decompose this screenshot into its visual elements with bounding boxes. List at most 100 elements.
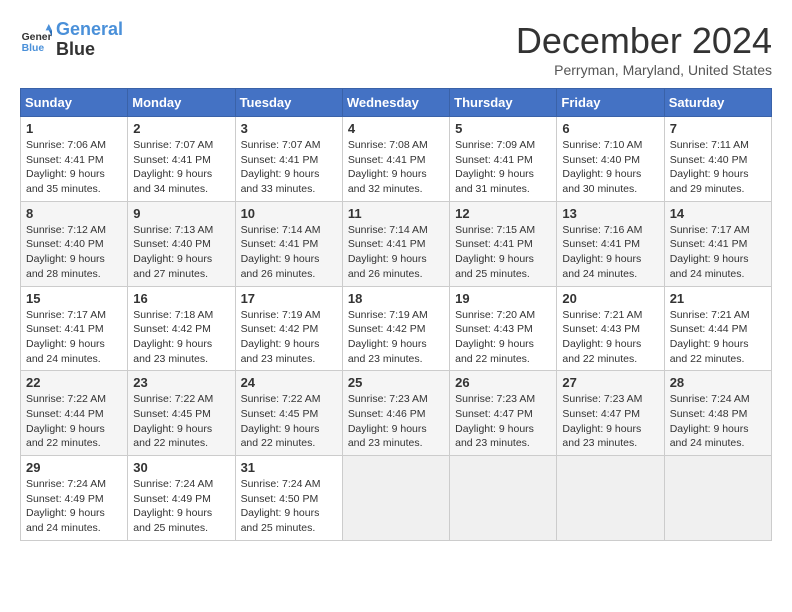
- day-info: Sunrise: 7:14 AM Sunset: 4:41 PM Dayligh…: [348, 223, 444, 282]
- table-row: 26 Sunrise: 7:23 AM Sunset: 4:47 PM Dayl…: [450, 371, 557, 456]
- table-row: 7 Sunrise: 7:11 AM Sunset: 4:40 PM Dayli…: [664, 117, 771, 202]
- table-row: 18 Sunrise: 7:19 AM Sunset: 4:42 PM Dayl…: [342, 286, 449, 371]
- table-row: [342, 456, 449, 541]
- day-info: Sunrise: 7:23 AM Sunset: 4:47 PM Dayligh…: [562, 392, 658, 451]
- logo-text: GeneralBlue: [56, 20, 123, 60]
- day-number: 25: [348, 375, 444, 390]
- calendar-table: Sunday Monday Tuesday Wednesday Thursday…: [20, 88, 772, 541]
- day-info: Sunrise: 7:09 AM Sunset: 4:41 PM Dayligh…: [455, 138, 551, 197]
- day-info: Sunrise: 7:16 AM Sunset: 4:41 PM Dayligh…: [562, 223, 658, 282]
- table-row: 17 Sunrise: 7:19 AM Sunset: 4:42 PM Dayl…: [235, 286, 342, 371]
- day-number: 16: [133, 291, 229, 306]
- day-number: 29: [26, 460, 122, 475]
- day-info: Sunrise: 7:21 AM Sunset: 4:43 PM Dayligh…: [562, 308, 658, 367]
- table-row: 12 Sunrise: 7:15 AM Sunset: 4:41 PM Dayl…: [450, 201, 557, 286]
- day-number: 3: [241, 121, 337, 136]
- day-info: Sunrise: 7:17 AM Sunset: 4:41 PM Dayligh…: [26, 308, 122, 367]
- calendar-week: 8 Sunrise: 7:12 AM Sunset: 4:40 PM Dayli…: [21, 201, 772, 286]
- table-row: 16 Sunrise: 7:18 AM Sunset: 4:42 PM Dayl…: [128, 286, 235, 371]
- day-number: 21: [670, 291, 766, 306]
- header-row: Sunday Monday Tuesday Wednesday Thursday…: [21, 89, 772, 117]
- day-number: 1: [26, 121, 122, 136]
- day-info: Sunrise: 7:24 AM Sunset: 4:49 PM Dayligh…: [26, 477, 122, 536]
- table-row: 9 Sunrise: 7:13 AM Sunset: 4:40 PM Dayli…: [128, 201, 235, 286]
- table-row: 2 Sunrise: 7:07 AM Sunset: 4:41 PM Dayli…: [128, 117, 235, 202]
- day-number: 2: [133, 121, 229, 136]
- day-info: Sunrise: 7:22 AM Sunset: 4:45 PM Dayligh…: [241, 392, 337, 451]
- table-row: 27 Sunrise: 7:23 AM Sunset: 4:47 PM Dayl…: [557, 371, 664, 456]
- logo-icon: General Blue: [20, 24, 52, 56]
- day-info: Sunrise: 7:07 AM Sunset: 4:41 PM Dayligh…: [133, 138, 229, 197]
- table-row: 6 Sunrise: 7:10 AM Sunset: 4:40 PM Dayli…: [557, 117, 664, 202]
- day-number: 30: [133, 460, 229, 475]
- table-row: 30 Sunrise: 7:24 AM Sunset: 4:49 PM Dayl…: [128, 456, 235, 541]
- day-number: 15: [26, 291, 122, 306]
- day-number: 31: [241, 460, 337, 475]
- svg-text:Blue: Blue: [22, 43, 45, 54]
- day-number: 9: [133, 206, 229, 221]
- day-info: Sunrise: 7:14 AM Sunset: 4:41 PM Dayligh…: [241, 223, 337, 282]
- day-number: 10: [241, 206, 337, 221]
- day-number: 8: [26, 206, 122, 221]
- day-number: 26: [455, 375, 551, 390]
- calendar-week: 22 Sunrise: 7:22 AM Sunset: 4:44 PM Dayl…: [21, 371, 772, 456]
- table-row: 14 Sunrise: 7:17 AM Sunset: 4:41 PM Dayl…: [664, 201, 771, 286]
- day-info: Sunrise: 7:12 AM Sunset: 4:40 PM Dayligh…: [26, 223, 122, 282]
- day-info: Sunrise: 7:18 AM Sunset: 4:42 PM Dayligh…: [133, 308, 229, 367]
- day-info: Sunrise: 7:07 AM Sunset: 4:41 PM Dayligh…: [241, 138, 337, 197]
- col-sunday: Sunday: [21, 89, 128, 117]
- col-saturday: Saturday: [664, 89, 771, 117]
- col-tuesday: Tuesday: [235, 89, 342, 117]
- col-wednesday: Wednesday: [342, 89, 449, 117]
- table-row: 31 Sunrise: 7:24 AM Sunset: 4:50 PM Dayl…: [235, 456, 342, 541]
- page-header: General Blue GeneralBlue December 2024 P…: [20, 20, 772, 78]
- table-row: [664, 456, 771, 541]
- table-row: 10 Sunrise: 7:14 AM Sunset: 4:41 PM Dayl…: [235, 201, 342, 286]
- day-number: 6: [562, 121, 658, 136]
- calendar-body: 1 Sunrise: 7:06 AM Sunset: 4:41 PM Dayli…: [21, 117, 772, 541]
- day-info: Sunrise: 7:19 AM Sunset: 4:42 PM Dayligh…: [241, 308, 337, 367]
- logo: General Blue GeneralBlue: [20, 20, 123, 60]
- table-row: 3 Sunrise: 7:07 AM Sunset: 4:41 PM Dayli…: [235, 117, 342, 202]
- day-number: 23: [133, 375, 229, 390]
- day-number: 28: [670, 375, 766, 390]
- day-number: 12: [455, 206, 551, 221]
- col-friday: Friday: [557, 89, 664, 117]
- day-number: 5: [455, 121, 551, 136]
- day-info: Sunrise: 7:13 AM Sunset: 4:40 PM Dayligh…: [133, 223, 229, 282]
- table-row: [557, 456, 664, 541]
- table-row: 21 Sunrise: 7:21 AM Sunset: 4:44 PM Dayl…: [664, 286, 771, 371]
- location: Perryman, Maryland, United States: [516, 62, 772, 78]
- table-row: 22 Sunrise: 7:22 AM Sunset: 4:44 PM Dayl…: [21, 371, 128, 456]
- table-row: 25 Sunrise: 7:23 AM Sunset: 4:46 PM Dayl…: [342, 371, 449, 456]
- day-info: Sunrise: 7:08 AM Sunset: 4:41 PM Dayligh…: [348, 138, 444, 197]
- table-row: 28 Sunrise: 7:24 AM Sunset: 4:48 PM Dayl…: [664, 371, 771, 456]
- calendar-week: 29 Sunrise: 7:24 AM Sunset: 4:49 PM Dayl…: [21, 456, 772, 541]
- day-info: Sunrise: 7:22 AM Sunset: 4:45 PM Dayligh…: [133, 392, 229, 451]
- day-info: Sunrise: 7:06 AM Sunset: 4:41 PM Dayligh…: [26, 138, 122, 197]
- day-number: 20: [562, 291, 658, 306]
- table-row: 23 Sunrise: 7:22 AM Sunset: 4:45 PM Dayl…: [128, 371, 235, 456]
- day-number: 24: [241, 375, 337, 390]
- day-info: Sunrise: 7:19 AM Sunset: 4:42 PM Dayligh…: [348, 308, 444, 367]
- month-title: December 2024: [516, 20, 772, 62]
- day-number: 11: [348, 206, 444, 221]
- table-row: 19 Sunrise: 7:20 AM Sunset: 4:43 PM Dayl…: [450, 286, 557, 371]
- svg-text:General: General: [22, 32, 52, 43]
- day-number: 18: [348, 291, 444, 306]
- day-info: Sunrise: 7:24 AM Sunset: 4:49 PM Dayligh…: [133, 477, 229, 536]
- day-number: 17: [241, 291, 337, 306]
- day-number: 13: [562, 206, 658, 221]
- day-info: Sunrise: 7:23 AM Sunset: 4:47 PM Dayligh…: [455, 392, 551, 451]
- table-row: 20 Sunrise: 7:21 AM Sunset: 4:43 PM Dayl…: [557, 286, 664, 371]
- day-info: Sunrise: 7:23 AM Sunset: 4:46 PM Dayligh…: [348, 392, 444, 451]
- col-thursday: Thursday: [450, 89, 557, 117]
- day-info: Sunrise: 7:10 AM Sunset: 4:40 PM Dayligh…: [562, 138, 658, 197]
- day-number: 22: [26, 375, 122, 390]
- table-row: 11 Sunrise: 7:14 AM Sunset: 4:41 PM Dayl…: [342, 201, 449, 286]
- table-row: 24 Sunrise: 7:22 AM Sunset: 4:45 PM Dayl…: [235, 371, 342, 456]
- day-number: 7: [670, 121, 766, 136]
- table-row: 1 Sunrise: 7:06 AM Sunset: 4:41 PM Dayli…: [21, 117, 128, 202]
- day-info: Sunrise: 7:17 AM Sunset: 4:41 PM Dayligh…: [670, 223, 766, 282]
- day-info: Sunrise: 7:22 AM Sunset: 4:44 PM Dayligh…: [26, 392, 122, 451]
